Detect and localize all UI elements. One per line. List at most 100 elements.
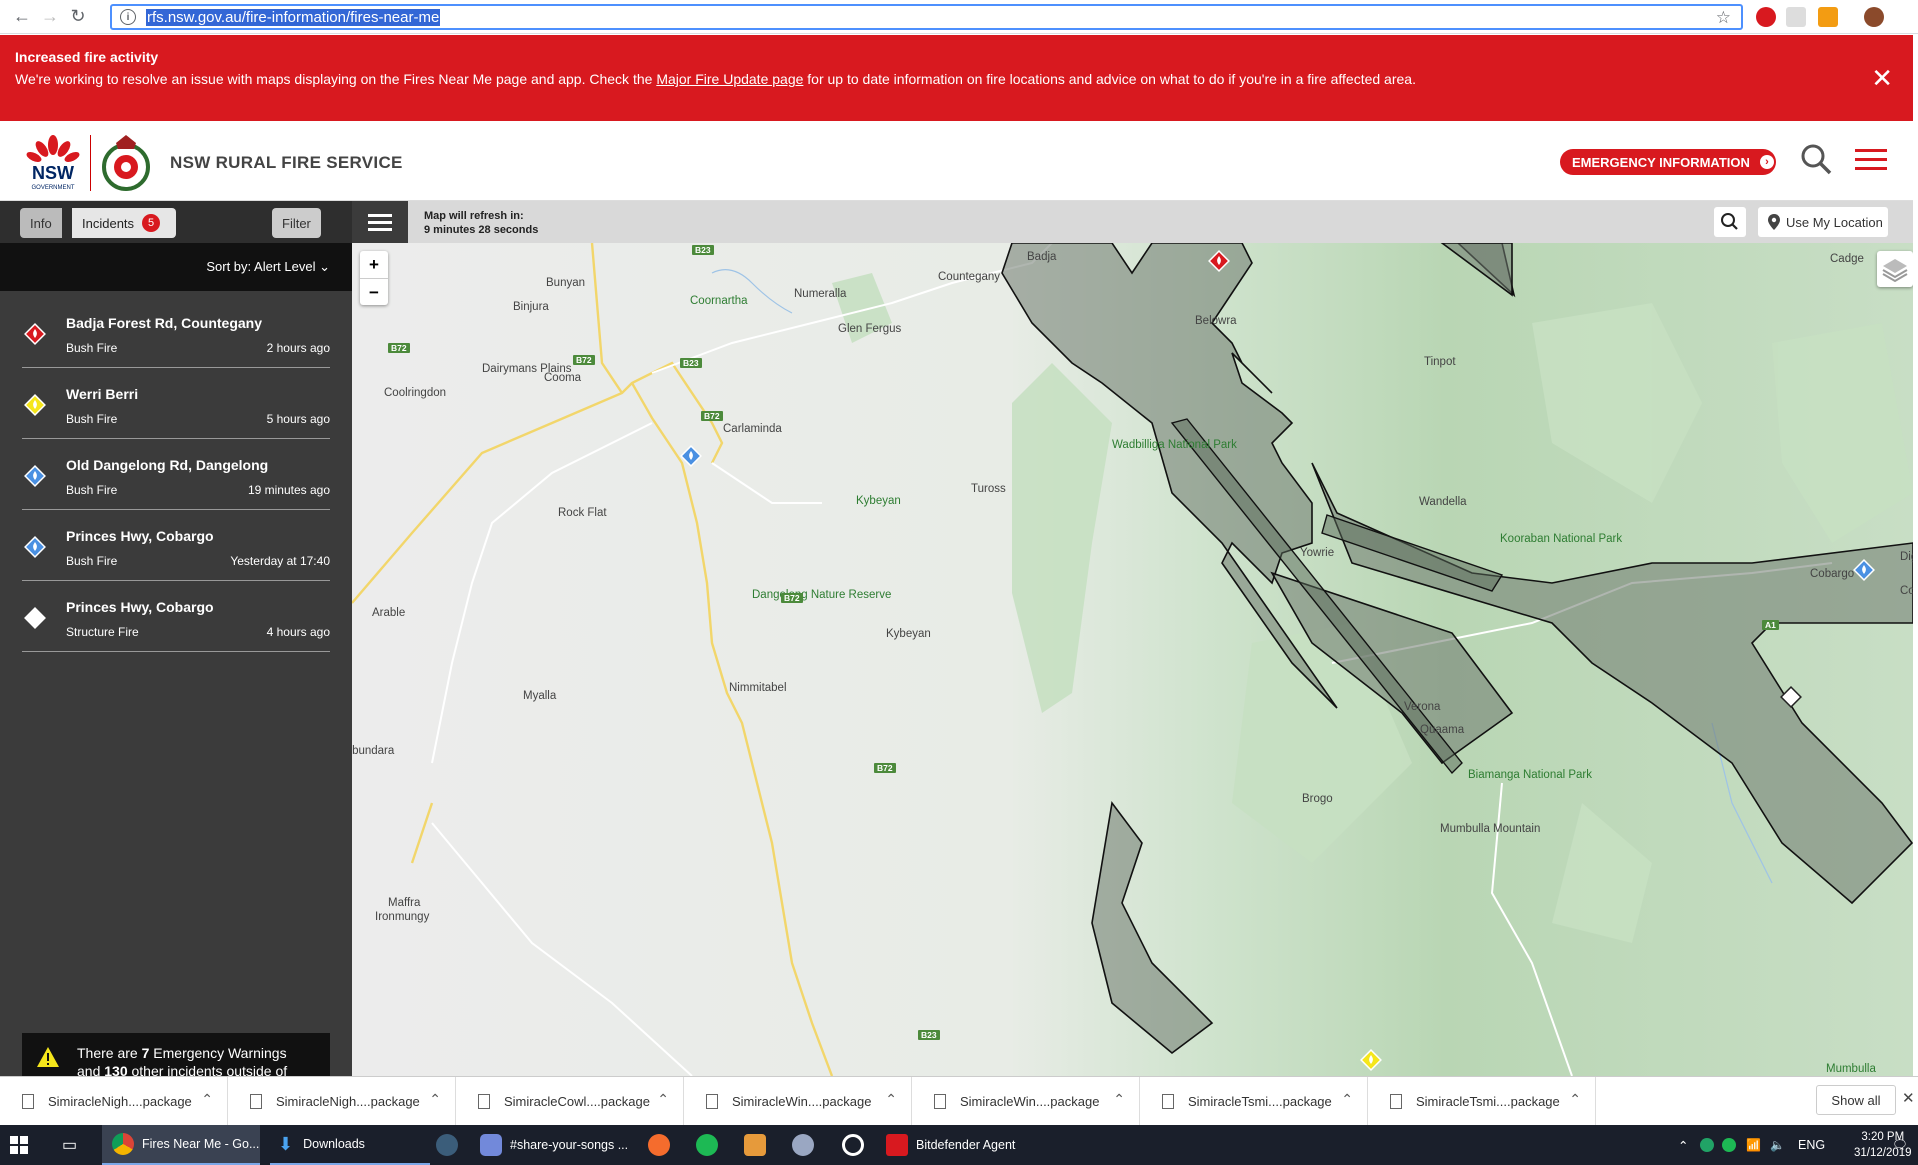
zoom-out-button[interactable]: − xyxy=(360,279,388,306)
file-icon xyxy=(934,1093,946,1109)
incident-item[interactable]: Werri Berri Bush Fire 5 hours ago xyxy=(22,368,330,439)
extension-honey-icon[interactable] xyxy=(1818,7,1838,27)
url-text[interactable]: rfs.nsw.gov.au/fire-information/fires-ne… xyxy=(146,8,441,26)
close-banner-icon[interactable]: ✕ xyxy=(1871,65,1893,91)
download-item[interactable]: SimiracleCowl....package ⌃ xyxy=(456,1076,684,1126)
emergency-information-button[interactable]: EMERGENCY INFORMATION › xyxy=(1560,149,1776,175)
download-item[interactable]: SimiracleTsmi....package ⌃ xyxy=(1368,1076,1596,1126)
start-button[interactable] xyxy=(10,1125,40,1165)
use-my-location-button[interactable]: Use My Location xyxy=(1758,207,1888,237)
notifications-icon[interactable]: 🗨 xyxy=(1892,1125,1908,1165)
back-icon[interactable]: ← xyxy=(8,3,36,31)
chevron-up-icon[interactable]: ⌃ xyxy=(429,1091,441,1108)
origin-icon[interactable] xyxy=(648,1125,678,1165)
forward-icon[interactable]: → xyxy=(36,3,64,31)
download-item[interactable]: SimiracleWin....package ⌃ xyxy=(684,1076,912,1126)
alert-level-watch-and-act-icon xyxy=(24,394,46,416)
marker-werri-berri-watch-icon[interactable] xyxy=(1360,1049,1382,1071)
chevron-up-icon[interactable]: ⌃ xyxy=(657,1091,669,1108)
zoom-in-button[interactable]: + xyxy=(360,251,388,279)
incident-item[interactable]: Princes Hwy, Cobargo Bush Fire Yesterday a… xyxy=(22,510,330,581)
incident-time: 4 hours ago xyxy=(266,625,330,639)
taskbar-bitdefender[interactable]: Bitdefender Agent xyxy=(886,1125,1046,1165)
browser-toolbar: ← → ↻ i rfs.nsw.gov.au/fire-information/… xyxy=(0,0,1918,34)
language-indicator[interactable]: ENG xyxy=(1798,1125,1825,1165)
rfs-crest-logo[interactable] xyxy=(98,133,154,193)
map-place-label: Verona xyxy=(1404,701,1441,713)
download-filename: SimiracleWin....package xyxy=(732,1093,872,1109)
site-brand-title[interactable]: NSW RURAL FIRE SERVICE xyxy=(170,153,403,173)
close-downloads-icon[interactable]: ✕ xyxy=(1902,1089,1915,1107)
taskbar-chrome[interactable]: Fires Near Me - Go... xyxy=(102,1125,260,1165)
chevron-up-icon[interactable]: ⌃ xyxy=(885,1091,897,1108)
map-base-layer[interactable] xyxy=(352,243,1913,1076)
download-item[interactable]: SimiracleWin....package ⌃ xyxy=(912,1076,1140,1126)
chevron-up-icon[interactable]: ⌃ xyxy=(1113,1091,1125,1108)
tray-app-icon[interactable] xyxy=(1700,1125,1722,1165)
tab-incidents[interactable]: Incidents 5 xyxy=(72,208,176,238)
tray-app-glyph xyxy=(1700,1138,1714,1152)
marker-badja-emergency-icon[interactable] xyxy=(1208,250,1230,272)
download-item[interactable]: SimiracleNigh....package ⌃ xyxy=(228,1076,456,1126)
show-all-downloads-button[interactable]: Show all xyxy=(1816,1085,1896,1115)
incidents-count-badge: 5 xyxy=(142,214,161,232)
map-search-icon[interactable] xyxy=(1714,207,1746,237)
tray-chevron-icon[interactable]: ⌃ xyxy=(1678,1125,1688,1165)
map-place-label: Bunyan xyxy=(546,277,586,289)
marker-cobargo-advice-icon[interactable] xyxy=(1853,559,1875,581)
incident-name: Princes Hwy, Cobargo xyxy=(66,528,214,544)
chevron-up-icon[interactable]: ⌃ xyxy=(201,1091,213,1108)
chevron-up-icon[interactable]: ⌃ xyxy=(1341,1091,1353,1108)
map-toolbar: Map will refresh in: 9 minutes 28 seconds… xyxy=(352,201,1913,243)
incident-item[interactable]: Princes Hwy, Cobargo Structure Fire 4 hour… xyxy=(22,581,330,652)
layers-icon[interactable] xyxy=(1877,251,1913,287)
incident-item[interactable]: Badja Forest Rd, Countegany Bush Fire 2 ho… xyxy=(22,297,330,368)
fire-map[interactable]: + − Badja Countegany Cadge Belowra Tinpot Buny… xyxy=(352,243,1913,1076)
spotify-icon[interactable] xyxy=(696,1125,726,1165)
map-place-label: Badja xyxy=(1027,251,1057,263)
filter-button[interactable]: Filter xyxy=(272,208,321,238)
profile-avatar[interactable] xyxy=(1864,7,1884,27)
sort-label: Sort by: Alert Level xyxy=(206,259,316,274)
bookmark-star-icon[interactable]: ☆ xyxy=(1716,8,1731,28)
map-place-label: Nimmitabel xyxy=(729,682,787,694)
task-view-icon[interactable]: ▭ xyxy=(62,1125,77,1165)
site-info-icon[interactable]: i xyxy=(120,9,136,25)
alert-level-advice-icon xyxy=(24,536,46,558)
zoom-controls: + − xyxy=(360,251,388,305)
tab-incidents-label: Incidents xyxy=(82,215,135,231)
extension-adblock-icon[interactable] xyxy=(1756,7,1776,27)
map-place-label: Mumbulla xyxy=(1826,1063,1876,1075)
sort-dropdown[interactable]: Sort by: Alert Level ⌄ xyxy=(0,243,352,291)
tray-network-icon[interactable]: 📶 xyxy=(1746,1125,1761,1165)
nsw-government-logo[interactable]: NSW GOVERNMENT xyxy=(22,133,84,193)
taskbar-downloads[interactable]: ⬇ Downloads xyxy=(270,1125,430,1165)
major-fire-update-link[interactable]: Major Fire Update page xyxy=(656,71,803,87)
taskbar-discord[interactable]: #share-your-songs ... xyxy=(480,1125,640,1165)
download-item[interactable]: SimiracleTsmi....package ⌃ xyxy=(1140,1076,1368,1126)
marker-cobargo-structure-icon[interactable] xyxy=(1779,685,1803,709)
map-place-label: Belowra xyxy=(1195,315,1237,327)
tray-spotify-icon[interactable] xyxy=(1722,1125,1744,1165)
map-place-label: Brogo xyxy=(1302,793,1333,805)
reload-icon[interactable]: ↻ xyxy=(64,3,92,31)
map-place-label: Yowrie xyxy=(1300,547,1335,559)
alert-level-emergency-icon xyxy=(24,323,46,345)
extension-icon[interactable] xyxy=(1786,7,1806,27)
menu-icon[interactable] xyxy=(1855,149,1887,171)
incident-item[interactable]: Old Dangelong Rd, Dangelong Bush Fire 19 m… xyxy=(22,439,330,510)
chevron-up-icon[interactable]: ⌃ xyxy=(1569,1091,1581,1108)
tray-volume-icon[interactable]: 🔈 xyxy=(1770,1125,1785,1165)
paint-icon[interactable] xyxy=(792,1125,822,1165)
app-icon[interactable] xyxy=(744,1125,774,1165)
steam-icon[interactable] xyxy=(436,1125,466,1165)
map-place-label: Wadbilliga National Park xyxy=(1112,439,1237,451)
address-bar[interactable]: i rfs.nsw.gov.au/fire-information/fires-… xyxy=(110,4,1743,30)
road-shield-label: B72 xyxy=(781,593,803,603)
toggle-list-icon[interactable] xyxy=(352,201,408,243)
search-icon[interactable] xyxy=(1800,143,1832,175)
tab-info[interactable]: Info xyxy=(20,208,62,238)
marker-dangelong-advice-icon[interactable] xyxy=(680,445,702,467)
download-item[interactable]: SimiracleNigh....package ⌃ xyxy=(0,1076,228,1126)
media-icon[interactable] xyxy=(842,1125,872,1165)
